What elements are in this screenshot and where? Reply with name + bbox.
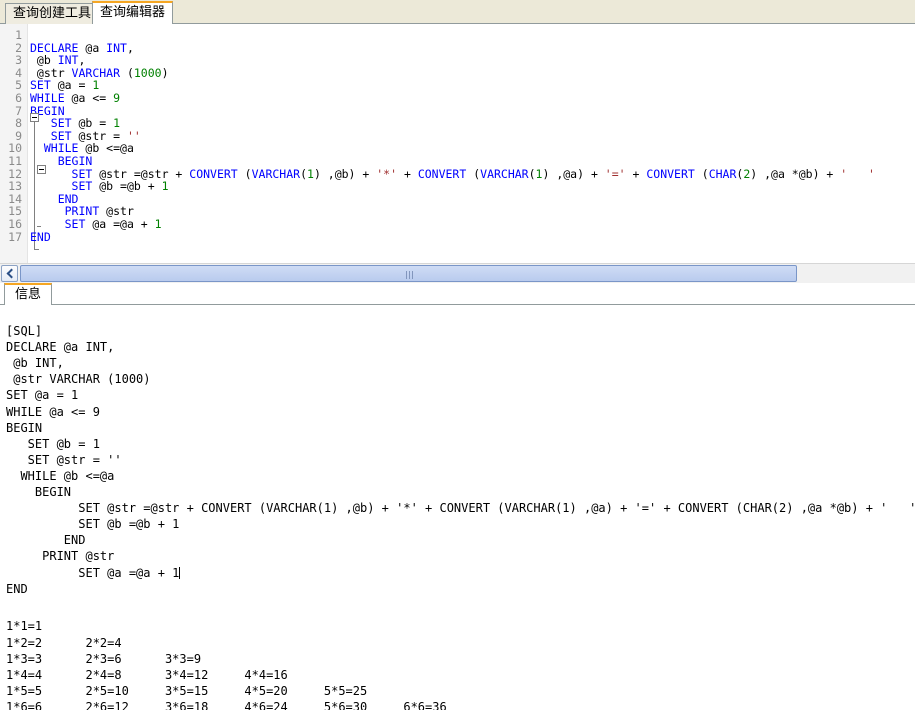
query-editor-window: 查询创建工具 查询编辑器 1 2 DECLARE @a INT, 3 @b INT, 4… <box>0 0 915 710</box>
code-lines-container[interactable]: 1 2 DECLARE @a INT, 3 @b INT, 4 @str VARCHAR… <box>0 24 915 263</box>
code-token: CONVERT <box>646 166 695 181</box>
code-token: INT <box>106 40 127 55</box>
message-line: [SQL] <box>6 324 43 338</box>
code-token: ( <box>694 166 709 181</box>
sql-code-editor[interactable]: 1 2 DECLARE @a INT, 3 @b INT, 4 @str VARCHAR… <box>0 24 915 263</box>
code-token: '=' <box>604 166 626 181</box>
code-token: END <box>30 229 51 244</box>
code-token: CONVERT <box>189 166 238 181</box>
multiplication-table-row: 1*6=6 2*6=12 3*6=18 4*6=24 5*6=30 6*6=36 <box>6 699 447 710</box>
message-line: PRINT @str <box>6 549 115 564</box>
code-token: ) ,@a *@b) + <box>750 166 841 181</box>
code-token: ( <box>528 166 536 181</box>
tab-query-builder[interactable]: 查询创建工具 <box>5 3 100 24</box>
code-token: @a <= <box>64 91 114 105</box>
message-line: SET @a = 1 <box>6 388 79 403</box>
code-token: @b =@b + <box>92 179 162 194</box>
code-token: ) <box>161 65 169 80</box>
code-token: 1 <box>161 179 169 194</box>
code-token: ( <box>237 166 252 181</box>
code-token: @a =@a + <box>85 217 155 231</box>
chevron-left-icon[interactable] <box>1 265 18 282</box>
code-token: 1000 <box>133 65 162 80</box>
code-token: , <box>126 40 134 55</box>
message-line: WHILE @a <= 9 <box>6 404 100 419</box>
message-line: END <box>6 581 28 596</box>
message-line: SET @a =@a + 1 <box>6 565 181 580</box>
multiplication-table-row: 1*2=2 2*2=4 <box>6 635 122 650</box>
result-tab-strip: 信息 <box>0 283 915 305</box>
message-line: DECLARE @a INT, <box>6 340 115 355</box>
code-line[interactable]: END <box>30 229 51 244</box>
top-tab-strip: 查询创建工具 查询编辑器 <box>0 0 915 24</box>
message-line: SET @b = 1 <box>6 436 100 451</box>
message-line: END <box>6 533 86 548</box>
line-number: 17 <box>8 229 22 244</box>
code-token: CHAR <box>708 166 737 181</box>
code-token: VARCHAR <box>251 166 301 181</box>
message-line: @str VARCHAR (1000) <box>6 372 151 387</box>
tab-information[interactable]: 信息 <box>4 283 53 305</box>
message-output-pane[interactable]: [SQL] DECLARE @a INT, @b INT, @str VARCHA… <box>0 305 915 710</box>
multiplication-table-row: 1*3=3 2*3=6 3*3=9 <box>6 651 202 666</box>
multiplication-table-row: 1*1=1 <box>6 619 43 634</box>
code-token: + <box>625 166 647 181</box>
code-token: VARCHAR <box>480 166 529 181</box>
code-token: 1 <box>307 166 314 181</box>
message-line: @b INT, <box>6 356 64 371</box>
code-token: CONVERT <box>417 166 467 181</box>
grip-icon <box>405 271 413 279</box>
message-line: BEGIN <box>6 485 72 499</box>
text-caret <box>179 566 181 579</box>
message-line: SET @b =@b + 1 <box>6 517 180 532</box>
code-token: 9 <box>113 91 121 105</box>
tab-query-editor[interactable]: 查询编辑器 <box>92 1 174 24</box>
horizontal-scrollbar[interactable] <box>0 263 915 283</box>
message-line: BEGIN <box>6 420 43 435</box>
code-token: + <box>397 166 418 181</box>
scrollbar-thumb[interactable] <box>20 265 797 282</box>
code-token: ' ' <box>840 166 875 181</box>
message-line: WHILE @b <=@a <box>6 468 115 483</box>
multiplication-table-row: 1*4=4 2*4=8 3*4=12 4*4=16 <box>6 667 288 682</box>
fold-toggle-line-11[interactable] <box>37 165 46 174</box>
code-token: SET <box>64 217 86 231</box>
code-token: 1 <box>154 217 162 231</box>
code-token: '*' <box>376 166 398 181</box>
multiplication-table-row: 1*5=5 2*5=10 3*5=15 4*5=20 5*5=25 <box>6 683 368 698</box>
code-token: ( <box>120 65 134 80</box>
code-token: ) ,@b) + <box>313 166 377 181</box>
message-line: SET @str =@str + CONVERT (VARCHAR(1) ,@b… <box>6 501 915 516</box>
code-token: ) ,@a) + <box>542 166 605 181</box>
fold-toggle-line-7[interactable] <box>30 113 39 122</box>
message-line: SET @str = '' <box>6 452 122 467</box>
code-token: ( <box>300 166 307 181</box>
code-token: ( <box>466 166 481 181</box>
